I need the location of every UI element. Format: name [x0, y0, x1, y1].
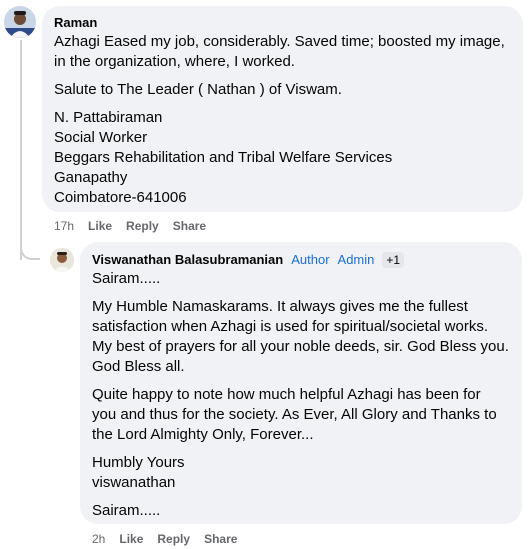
admin-badge: Admin	[337, 252, 375, 267]
reply-paragraph: Sairam.....	[92, 501, 510, 521]
reply-timestamp[interactable]: 2h	[92, 532, 105, 546]
reply-paragraph: My Humble Namaskarams. It always gives m…	[92, 297, 510, 377]
reply-line: God Bless all.	[92, 358, 185, 375]
comment-bubble: Raman Azhagi Eased my job, considerably.…	[42, 6, 523, 212]
reply-line: Sairam.....	[92, 270, 161, 287]
reply-paragraph: Sairam.....	[92, 269, 510, 289]
reply-line: satisfaction when Azhagi is used for spi…	[92, 318, 489, 335]
comment-body: Azhagi Eased my job, considerably. Saved…	[54, 32, 511, 208]
comment-actions: 17h Like Reply Share	[54, 219, 206, 233]
reply-bubble: Viswanathan Balasubramanian Author Admin…	[80, 242, 522, 524]
reply-line: you and thus for the society. As Ever, A…	[92, 406, 497, 423]
comment-paragraph: Azhagi Eased my job, considerably. Saved…	[54, 32, 511, 72]
like-button[interactable]: Like	[88, 219, 112, 233]
comment-paragraph: N. Pattabiraman Social Worker Beggars Re…	[54, 108, 511, 208]
comment-line: Azhagi Eased my job, considerably. Saved…	[54, 33, 505, 50]
comment-line: Beggars Rehabilitation and Tribal Welfar…	[54, 149, 393, 166]
reply-line: the Lord Almighty Only, Forever...	[92, 426, 314, 443]
reply-paragraph: Quite happy to note how much helpful Azh…	[92, 385, 510, 445]
reply-header: Viswanathan Balasubramanian Author Admin…	[92, 250, 510, 269]
comment-line: Social Worker	[54, 129, 148, 146]
comment-line: Coimbatore-641006	[54, 189, 187, 206]
reply-author[interactable]: Viswanathan Balasubramanian	[92, 251, 283, 268]
reply-line: Sairam.....	[92, 502, 161, 519]
reply-button[interactable]: Reply	[126, 219, 159, 233]
reply-line: Quite happy to note how much helpful Azh…	[92, 386, 481, 403]
comment-author[interactable]: Raman	[54, 14, 511, 31]
comment-timestamp[interactable]: 17h	[54, 219, 74, 233]
reply-actions: 2h Like Reply Share	[92, 532, 237, 546]
comment-paragraph: Salute to The Leader ( Nathan ) of Viswa…	[54, 80, 511, 100]
reply-line: Humbly Yours	[92, 454, 185, 471]
reply-line: My best of prayers for all your noble de…	[92, 338, 509, 355]
user-photo-icon	[4, 6, 36, 38]
author-badge: Author	[291, 252, 330, 267]
reply-button[interactable]: Reply	[157, 532, 190, 546]
avatar[interactable]	[4, 6, 36, 38]
share-button[interactable]: Share	[173, 219, 206, 233]
more-badges-button[interactable]: +1	[382, 251, 405, 268]
comment-line: Ganapathy	[54, 169, 128, 186]
comment-line: Salute to The Leader ( Nathan ) of Viswa…	[54, 81, 342, 98]
share-button[interactable]: Share	[204, 532, 237, 546]
user-photo-icon	[50, 248, 74, 272]
thread-connector	[20, 236, 40, 260]
reply-line: My Humble Namaskarams. It always gives m…	[92, 298, 468, 315]
reply-body: Sairam..... My Humble Namaskarams. It al…	[92, 269, 510, 521]
reply-line: viswanathan	[92, 474, 176, 491]
comment-line: N. Pattabiraman	[54, 109, 163, 126]
reply-paragraph: Humbly Yours viswanathan	[92, 453, 510, 493]
reply-avatar[interactable]	[50, 248, 74, 272]
comment-line: in the organization, where, I worked.	[54, 53, 295, 70]
like-button[interactable]: Like	[119, 532, 143, 546]
thread-line	[20, 40, 22, 260]
